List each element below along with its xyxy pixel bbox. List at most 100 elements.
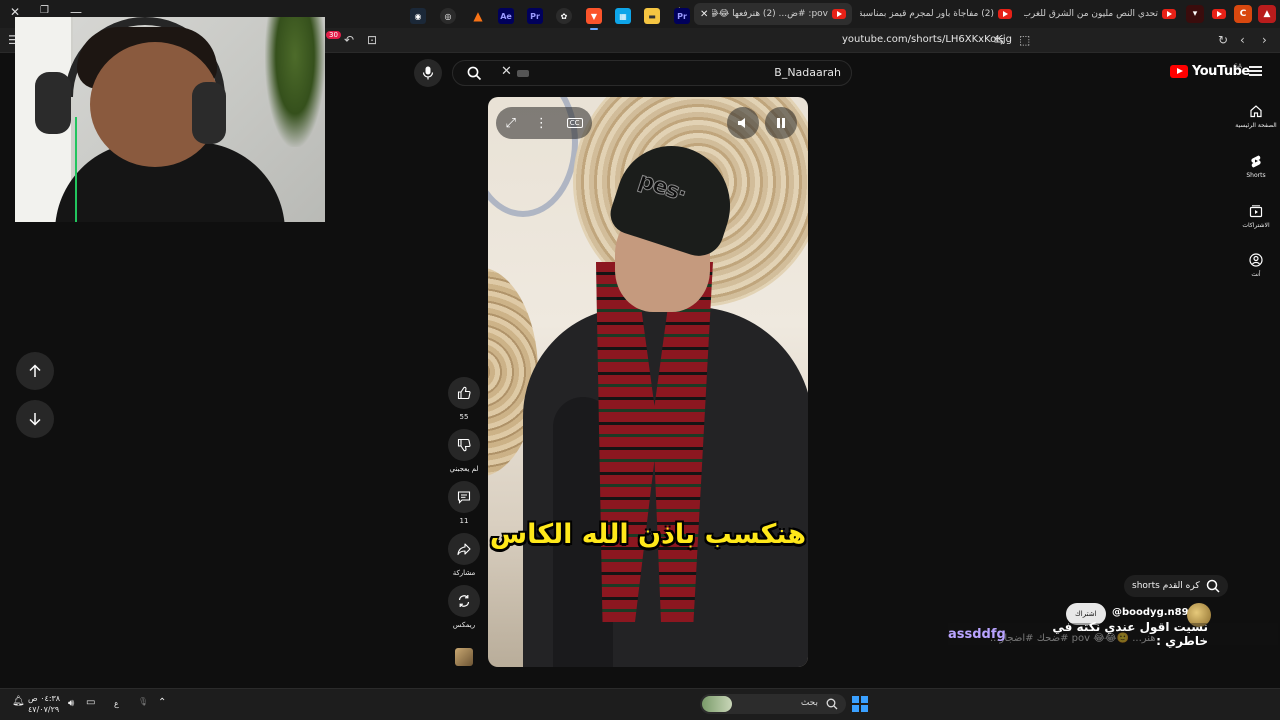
sidebar-item-shorts[interactable]: Shorts bbox=[1230, 154, 1280, 179]
share-url-icon[interactable]: ⇆ bbox=[994, 33, 1004, 47]
share-label: مشاركة bbox=[452, 569, 476, 577]
comment-count: 11 bbox=[459, 517, 469, 525]
pause-icon bbox=[777, 118, 785, 128]
obs-app-icon[interactable]: ◎ bbox=[440, 8, 456, 24]
reload-icon[interactable]: ↻ bbox=[1218, 33, 1228, 47]
sidebar-item-label: أنت bbox=[1251, 271, 1261, 278]
menu-icon[interactable] bbox=[1249, 66, 1262, 76]
clear-search-icon[interactable]: ✕ bbox=[501, 64, 512, 79]
dislike-action[interactable]: لم يعجبني bbox=[448, 429, 480, 473]
pause-button[interactable] bbox=[765, 107, 797, 139]
headphone-cable bbox=[75, 117, 77, 222]
thumbs-up-icon bbox=[457, 386, 471, 400]
home-icon bbox=[1250, 105, 1262, 118]
windows-start-icon[interactable] bbox=[852, 696, 868, 712]
dislike-button[interactable] bbox=[448, 429, 480, 461]
comment-icon bbox=[457, 491, 471, 504]
pinned-youtube-icon[interactable] bbox=[1210, 5, 1228, 23]
share-button[interactable] bbox=[448, 533, 480, 565]
sidebar-item-label: الصفحة الرئيسية bbox=[1235, 122, 1277, 129]
tab-active[interactable]: pov: #ض... (2) هنرفعها 😂😂 ✕ bbox=[694, 3, 852, 25]
arrow-up-icon bbox=[29, 364, 41, 377]
network-tray-icon[interactable]: ▭ bbox=[86, 697, 95, 708]
steam-app-icon[interactable]: ◉ bbox=[410, 8, 426, 24]
next-short-button[interactable] bbox=[16, 400, 54, 438]
search-shorts-chip[interactable]: كره القدم shorts bbox=[1124, 575, 1228, 597]
notification-bell-icon[interactable]: 🔔︎ bbox=[12, 696, 25, 707]
premiere-pro-app-icon[interactable]: Pr bbox=[527, 8, 543, 24]
file-explorer-app-icon[interactable]: ▬ bbox=[644, 8, 660, 24]
short-video-player[interactable]: pes· هنكسب باذن الله الكاس ⤢ ⋮ CC bbox=[488, 97, 808, 667]
mic-tray-icon[interactable]: 🎙︎ bbox=[138, 697, 148, 706]
forward-icon[interactable]: › bbox=[1262, 33, 1267, 47]
share-action[interactable]: مشاركة bbox=[448, 533, 480, 577]
captions-icon[interactable]: CC bbox=[566, 118, 583, 128]
sidebar-item-home[interactable]: الصفحة الرئيسية bbox=[1230, 104, 1280, 129]
chatgpt-app-icon[interactable]: ✿ bbox=[556, 8, 572, 24]
remix-button[interactable] bbox=[448, 585, 480, 617]
sidebar-item-label: الاشتراكات bbox=[1242, 222, 1270, 229]
sidebar-item-you[interactable]: أنت bbox=[1230, 253, 1280, 278]
screenshot-icon[interactable]: ⊡ bbox=[367, 33, 377, 47]
more-options-icon[interactable]: ⋮ bbox=[535, 116, 548, 131]
subscriptions-icon bbox=[1249, 205, 1263, 218]
you-icon bbox=[1249, 253, 1263, 267]
comment-action[interactable]: 11 bbox=[448, 481, 480, 525]
volume-tray-icon[interactable]: 🔊︎ bbox=[68, 698, 74, 709]
bookmark-icon[interactable]: ⬚ bbox=[1019, 33, 1030, 47]
live-chat-message: نسيت اقول عندي نكته في خاطري : assddfg bbox=[948, 620, 1278, 648]
pinned-tab-c-icon[interactable]: C bbox=[1234, 5, 1252, 23]
youtube-favicon-icon bbox=[832, 9, 846, 19]
input-language[interactable]: ع bbox=[114, 699, 119, 708]
vlc-app-icon[interactable]: ▲ bbox=[470, 8, 486, 24]
brave-browser-app-icon[interactable]: ▼ bbox=[586, 8, 602, 30]
after-effects-app-icon[interactable]: Ae bbox=[498, 8, 514, 24]
sound-thumbnail[interactable] bbox=[455, 648, 473, 666]
shorts-icon bbox=[1251, 155, 1261, 168]
chat-message-text: نسيت اقول عندي نكته في خاطري : bbox=[1052, 620, 1208, 648]
tab-close-icon[interactable]: ✕ bbox=[700, 9, 708, 20]
dislike-label: لم يعجبني bbox=[449, 465, 479, 473]
remix-action[interactable]: ريمكس bbox=[448, 585, 480, 629]
show-hidden-icons-icon[interactable]: ⌃ bbox=[158, 697, 166, 708]
url-text[interactable]: youtube.com/shorts/LH6XKxKoKjg bbox=[842, 34, 1012, 45]
like-count: 55 bbox=[459, 413, 469, 421]
back-icon[interactable]: ‹ bbox=[1240, 33, 1245, 47]
extension-badge[interactable]: 30 bbox=[326, 31, 341, 39]
sidebar-item-subscriptions[interactable]: الاشتراكات bbox=[1230, 204, 1280, 229]
pinned-tab-4-icon[interactable]: ▲ bbox=[1258, 5, 1276, 23]
voice-search-button[interactable] bbox=[414, 59, 442, 87]
previous-short-button[interactable] bbox=[16, 352, 54, 390]
microphone-icon bbox=[422, 66, 434, 80]
remix-label: ريمكس bbox=[452, 621, 476, 629]
premiere-pro-app-icon[interactable]: Pr bbox=[674, 8, 690, 24]
comment-button[interactable] bbox=[448, 481, 480, 513]
volume-button[interactable] bbox=[727, 107, 759, 139]
headphone-right-cup bbox=[192, 82, 226, 144]
arrow-down-icon bbox=[29, 413, 41, 426]
history-icon[interactable]: ↶ bbox=[344, 33, 354, 47]
clock-date[interactable]: ٤٧/٠٧/٢٩ bbox=[28, 705, 59, 714]
tab-2[interactable]: (2) مفاجأة باور لمجرم قيمز بمناسبة رجو..… bbox=[856, 3, 1016, 25]
search-icon[interactable] bbox=[467, 66, 482, 81]
taskbar-search-box[interactable]: بحث bbox=[700, 694, 846, 714]
search-box[interactable]: ✕ B_Nadaarah bbox=[452, 60, 852, 86]
windows-taskbar bbox=[0, 688, 1280, 720]
like-action[interactable]: 55 bbox=[448, 377, 480, 421]
restore-window-icon[interactable]: ❐ bbox=[40, 5, 49, 16]
tab-3[interactable]: تحدي النص مليون من الشرق للغرب بالك... bbox=[1020, 3, 1180, 25]
youtube-favicon-icon bbox=[998, 9, 1012, 19]
fullscreen-icon[interactable]: ⤢ bbox=[505, 116, 515, 131]
pinned-tab-icon[interactable]: ▾ bbox=[1186, 5, 1204, 23]
clock-time[interactable]: ٠٤:٣٨ ص bbox=[28, 694, 60, 703]
tab-title: pov: #ض... (2) هنرفعها 😂😂 bbox=[712, 9, 828, 19]
keyboard-icon[interactable] bbox=[517, 70, 529, 77]
like-button[interactable] bbox=[448, 377, 480, 409]
search-input[interactable]: B_Nadaarah bbox=[774, 66, 841, 79]
tab-title: (2) مفاجأة باور لمجرم قيمز بمناسبة رجو..… bbox=[860, 9, 994, 19]
taskbar-search-placeholder: بحث bbox=[800, 698, 818, 708]
youtube-favicon-icon bbox=[1162, 9, 1176, 19]
store-app-icon[interactable]: ▦ bbox=[615, 8, 631, 24]
volume-icon bbox=[738, 118, 745, 128]
youtube-play-icon bbox=[1170, 65, 1188, 78]
